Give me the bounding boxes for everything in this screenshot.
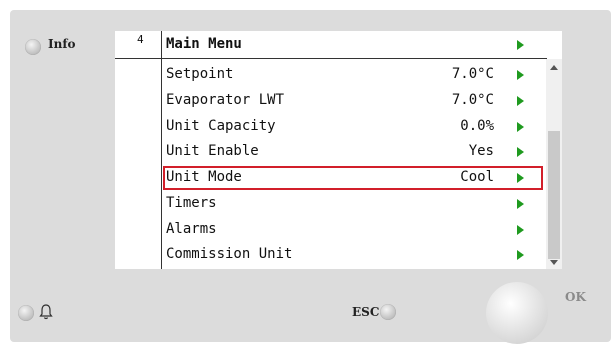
screen-divider-vertical [161,31,162,269]
menu-title-row[interactable]: Main Menu [166,32,546,57]
menu-title: Main Menu [166,36,242,52]
arrow-right-icon [517,199,524,209]
menu-item-value: 7.0°C [451,92,494,108]
menu-item-value: 0.0% [460,118,494,134]
arrow-right-icon [517,40,524,50]
screen-divider-horizontal [115,58,547,59]
scroll-thumb[interactable] [548,131,560,259]
arrow-right-icon [517,122,524,132]
esc-label: ESC [352,305,380,319]
alarm-led [18,305,34,321]
menu-item-alarms[interactable]: Alarms [166,217,546,242]
scrollbar[interactable] [546,59,562,269]
menu-item-label: Alarms [166,221,217,237]
arrow-right-icon [517,173,524,183]
menu-item-label: Setpoint [166,66,234,82]
menu-item-label: Evaporator LWT [166,92,285,108]
menu-number: 4 [137,33,144,46]
menu-item-label: Unit Capacity [166,118,276,134]
arrow-right-icon [517,250,524,260]
menu-item-value: 7.0°C [451,66,494,82]
arrow-right-icon [517,147,524,157]
lcd-screen: 4 Main Menu Setpoint 7.0°C Evaporator LW… [115,31,562,269]
menu-item-label: Unit Mode [166,169,242,185]
menu-item-unit-enable[interactable]: Unit Enable Yes [166,139,546,164]
arrow-right-icon [517,96,524,106]
esc-button[interactable] [380,304,396,320]
info-label: Info [48,37,76,51]
menu-item-unit-capacity[interactable]: Unit Capacity 0.0% [166,114,546,139]
menu-item-value: Cool [460,169,494,185]
bell-icon[interactable] [39,304,53,320]
scroll-up-icon[interactable] [550,65,558,70]
menu-item-label: Commission Unit [166,246,293,262]
menu-item-evaporator-lwt[interactable]: Evaporator LWT 7.0°C [166,88,546,113]
menu-item-setpoint[interactable]: Setpoint 7.0°C [166,62,546,87]
menu-item-label: Unit Enable [166,143,259,159]
info-led [25,39,41,55]
scroll-down-icon[interactable] [550,260,558,265]
menu-item-commission-unit[interactable]: Commission Unit [166,242,546,267]
menu-item-timers[interactable]: Timers [166,191,546,216]
arrow-right-icon [517,225,524,235]
ok-label: OK [565,290,586,304]
menu-item-label: Timers [166,195,217,211]
ok-knob[interactable] [486,282,548,344]
menu-item-value: Yes [468,143,494,159]
menu-item-unit-mode[interactable]: Unit Mode Cool [166,165,546,190]
arrow-right-icon [517,70,524,80]
